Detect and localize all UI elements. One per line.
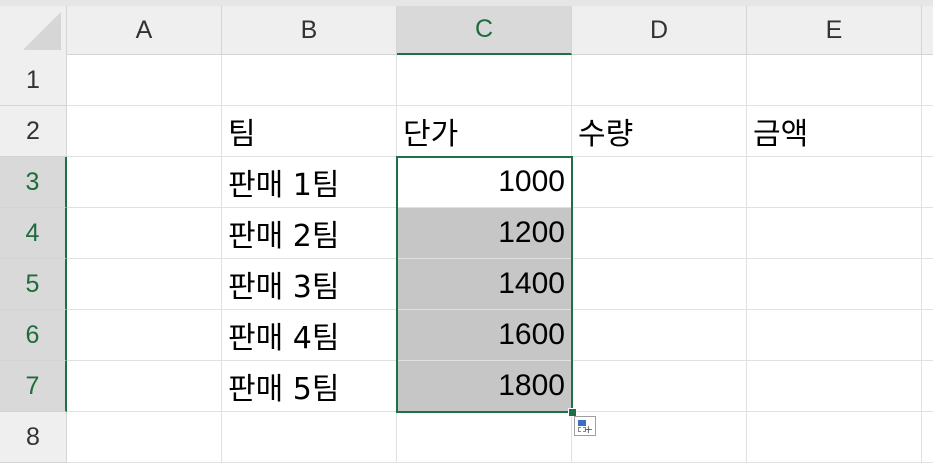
- cell-b3[interactable]: 판매 1팀: [222, 157, 397, 208]
- row-header-6[interactable]: 6: [0, 310, 67, 361]
- column-header-c[interactable]: C: [397, 6, 572, 55]
- row-header-8[interactable]: 8: [0, 412, 67, 463]
- cell-c6[interactable]: 1600: [397, 310, 572, 361]
- cell-f1[interactable]: [922, 55, 933, 106]
- cell-c3[interactable]: 1000: [397, 157, 572, 208]
- cell-b4[interactable]: 판매 2팀: [222, 208, 397, 259]
- cell-f7[interactable]: [922, 361, 933, 412]
- cell-b8[interactable]: [222, 412, 397, 463]
- cell-d3[interactable]: [572, 157, 747, 208]
- cell-e2[interactable]: 금액: [747, 106, 922, 157]
- cell-b7[interactable]: 판매 5팀: [222, 361, 397, 412]
- select-all-triangle-icon: [23, 12, 61, 50]
- cell-d6[interactable]: [572, 310, 747, 361]
- cell-d1[interactable]: [572, 55, 747, 106]
- cell-f8[interactable]: [922, 412, 933, 463]
- column-header-b[interactable]: B: [222, 6, 397, 55]
- row-header-7[interactable]: 7: [0, 361, 67, 412]
- cell-b5[interactable]: 판매 3팀: [222, 259, 397, 310]
- column-header-d[interactable]: D: [572, 6, 747, 55]
- cell-d2[interactable]: 수량: [572, 106, 747, 157]
- row-header-5[interactable]: 5: [0, 259, 67, 310]
- cell-d7[interactable]: [572, 361, 747, 412]
- cell-c5[interactable]: 1400: [397, 259, 572, 310]
- cell-c8[interactable]: [397, 412, 572, 463]
- column-header-e[interactable]: E: [747, 6, 922, 55]
- row-header-4[interactable]: 4: [0, 208, 67, 259]
- cell-b6[interactable]: 판매 4팀: [222, 310, 397, 361]
- cell-c7[interactable]: 1800: [397, 361, 572, 412]
- cell-e3[interactable]: [747, 157, 922, 208]
- cell-d8[interactable]: [572, 412, 747, 463]
- select-all-button[interactable]: [0, 6, 67, 55]
- column-header-a[interactable]: A: [67, 6, 222, 55]
- cell-a1[interactable]: [67, 55, 222, 106]
- cell-a8[interactable]: [67, 412, 222, 463]
- cell-c1[interactable]: [397, 55, 572, 106]
- spreadsheet-grid: A B C D E 1 2 3 4 5 6 7 8 팀 단가 수량 금액 판매 …: [0, 6, 933, 473]
- cell-f6[interactable]: [922, 310, 933, 361]
- quick-analysis-icon[interactable]: +: [574, 416, 596, 436]
- cell-f3[interactable]: [922, 157, 933, 208]
- cell-e5[interactable]: [747, 259, 922, 310]
- cell-f2[interactable]: [922, 106, 933, 157]
- cell-e1[interactable]: [747, 55, 922, 106]
- cell-d4[interactable]: [572, 208, 747, 259]
- cell-a2[interactable]: [67, 106, 222, 157]
- cell-c2[interactable]: 단가: [397, 106, 572, 157]
- cell-f5[interactable]: [922, 259, 933, 310]
- cell-c4[interactable]: 1200: [397, 208, 572, 259]
- cell-b1[interactable]: [222, 55, 397, 106]
- cell-e4[interactable]: [747, 208, 922, 259]
- cell-e7[interactable]: [747, 361, 922, 412]
- row-header-1[interactable]: 1: [0, 55, 67, 106]
- row-header-3[interactable]: 3: [0, 157, 67, 208]
- cell-e6[interactable]: [747, 310, 922, 361]
- cell-a6[interactable]: [67, 310, 222, 361]
- cell-b2[interactable]: 팀: [222, 106, 397, 157]
- cell-d5[interactable]: [572, 259, 747, 310]
- column-header-f-partial[interactable]: [922, 6, 933, 55]
- cell-a3[interactable]: [67, 157, 222, 208]
- cell-e8[interactable]: [747, 412, 922, 463]
- cell-a5[interactable]: [67, 259, 222, 310]
- cell-f4[interactable]: [922, 208, 933, 259]
- cell-a4[interactable]: [67, 208, 222, 259]
- cell-a7[interactable]: [67, 361, 222, 412]
- row-header-2[interactable]: 2: [0, 106, 67, 157]
